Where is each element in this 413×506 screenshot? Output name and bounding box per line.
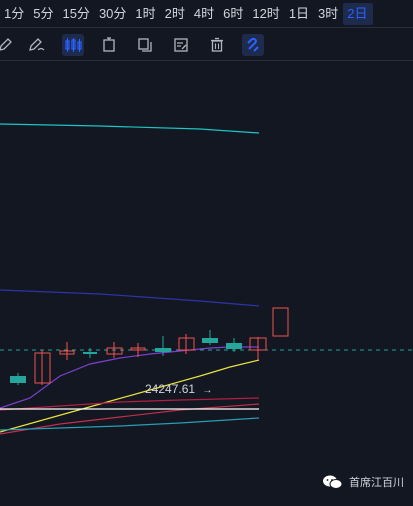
hourglass-icon[interactable] [98, 34, 120, 56]
chart-area[interactable]: 24247.61 → [0, 62, 413, 501]
trash-icon[interactable] [206, 34, 228, 56]
timeframe-30m[interactable]: 30分 [95, 3, 131, 25]
drawing-toolbar [0, 29, 413, 61]
timeframe-4h[interactable]: 4时 [190, 3, 219, 25]
timeframe-1h[interactable]: 1时 [131, 3, 160, 25]
timeframe-bar: 1分 5分 15分 30分 1时 2时 4时 6时 12时 1日 3时 2日 [0, 0, 413, 28]
ma-yellow-line [0, 359, 260, 433]
candle [249, 337, 267, 360]
candle [34, 350, 51, 385]
candle [272, 307, 289, 337]
timeframe-3h[interactable]: 3时 [314, 3, 343, 25]
timeframe-6h[interactable]: 6时 [219, 3, 248, 25]
timeframe-15m[interactable]: 15分 [58, 3, 94, 25]
price-marker-arrow: → [202, 385, 213, 396]
ma-crimson-line [0, 397, 260, 411]
timeframe-5m[interactable]: 5分 [29, 3, 58, 25]
timeframe-12h[interactable]: 12时 [248, 3, 284, 25]
edit-note-icon[interactable] [170, 34, 192, 56]
price-marker: 24247.61 → [145, 382, 212, 396]
candle [226, 338, 242, 352]
wechat-icon [323, 475, 343, 489]
timeframe-1d[interactable]: 1日 [285, 3, 314, 25]
copy-icon[interactable] [134, 34, 156, 56]
candle [10, 373, 26, 385]
ma-teal-line [0, 417, 260, 431]
price-marker-value: 24247.61 [145, 382, 196, 396]
candle [106, 342, 123, 358]
candle [83, 348, 97, 358]
brush-icon[interactable] [26, 34, 48, 56]
timeframe-2d[interactable]: 2日 [343, 2, 373, 25]
watermark-text: 首席江百川 [349, 477, 404, 489]
ma-cyan-line [0, 123, 260, 134]
ma-navy-line [0, 289, 260, 307]
pencil-icon[interactable] [0, 34, 16, 56]
candle [59, 342, 75, 360]
candles-icon[interactable] [62, 34, 84, 56]
candle [202, 330, 218, 345]
price-chart [0, 123, 413, 435]
magnet-icon[interactable] [242, 34, 264, 56]
timeframe-2h[interactable]: 2时 [161, 3, 190, 25]
watermark: 首席江百川 [322, 474, 404, 490]
timeframe-1m[interactable]: 1分 [0, 3, 29, 25]
